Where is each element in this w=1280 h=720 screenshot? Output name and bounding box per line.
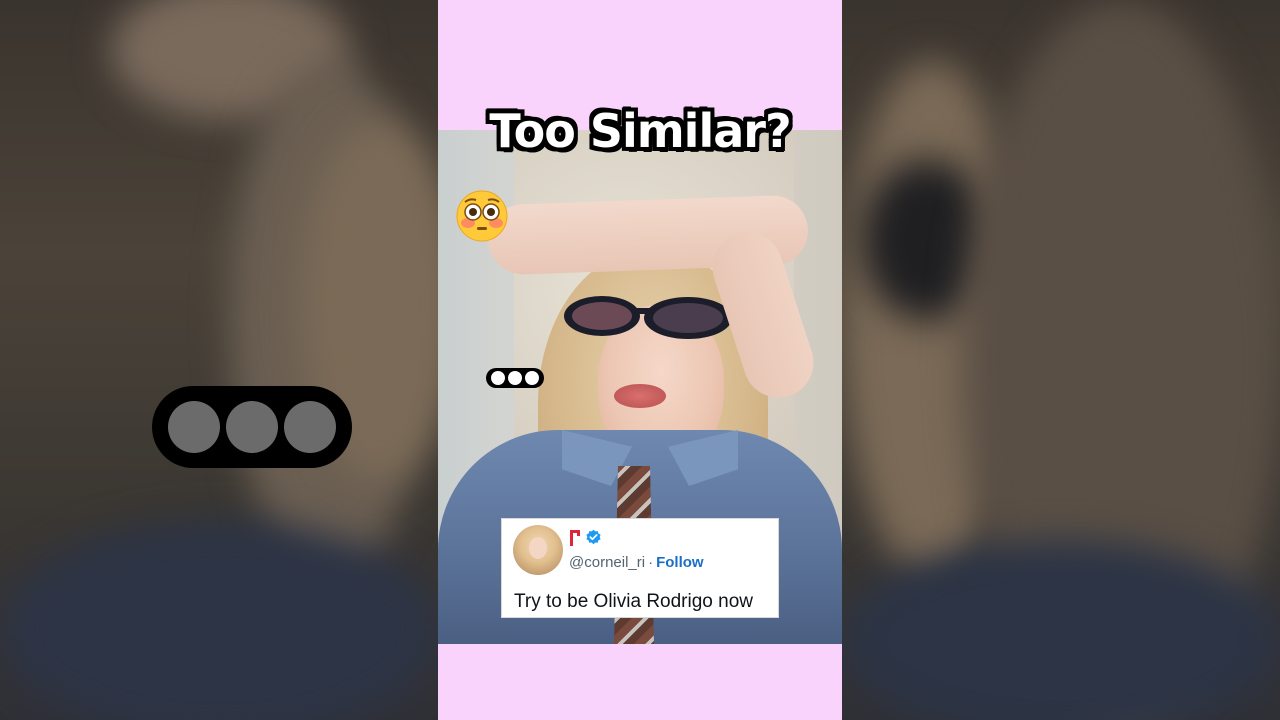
- blurred-background-left: [0, 0, 438, 720]
- blurred-background-right: [842, 0, 1280, 720]
- tweet-text: Try to be Olivia Rodrigo now: [514, 591, 754, 612]
- lips: [614, 384, 666, 408]
- tweet-handle-row: @corneil_ri · Follow: [569, 554, 704, 571]
- user-avatar[interactable]: [513, 525, 563, 575]
- ellipsis-large-icon: [152, 386, 352, 468]
- video-frame: Too Similar? @corneil_ri · Follow Try to…: [0, 0, 1280, 720]
- follow-button[interactable]: Follow: [656, 554, 704, 571]
- separator: ·: [648, 554, 654, 571]
- tweet-handle[interactable]: @corneil_ri: [569, 554, 645, 571]
- video-title: Too Similar?: [489, 104, 791, 158]
- center-panel: Too Similar? @corneil_ri · Follow Try to…: [438, 0, 842, 720]
- flushed-face-icon: [456, 190, 508, 242]
- display-name-mark-icon: [570, 529, 580, 546]
- tweet-name-row: [570, 529, 602, 546]
- sunglasses: [564, 296, 732, 339]
- verified-badge-icon: [586, 529, 601, 545]
- ellipsis-small-icon: [486, 368, 544, 388]
- tweet-card[interactable]: @corneil_ri · Follow Try to be Olivia Rodr…: [501, 518, 779, 618]
